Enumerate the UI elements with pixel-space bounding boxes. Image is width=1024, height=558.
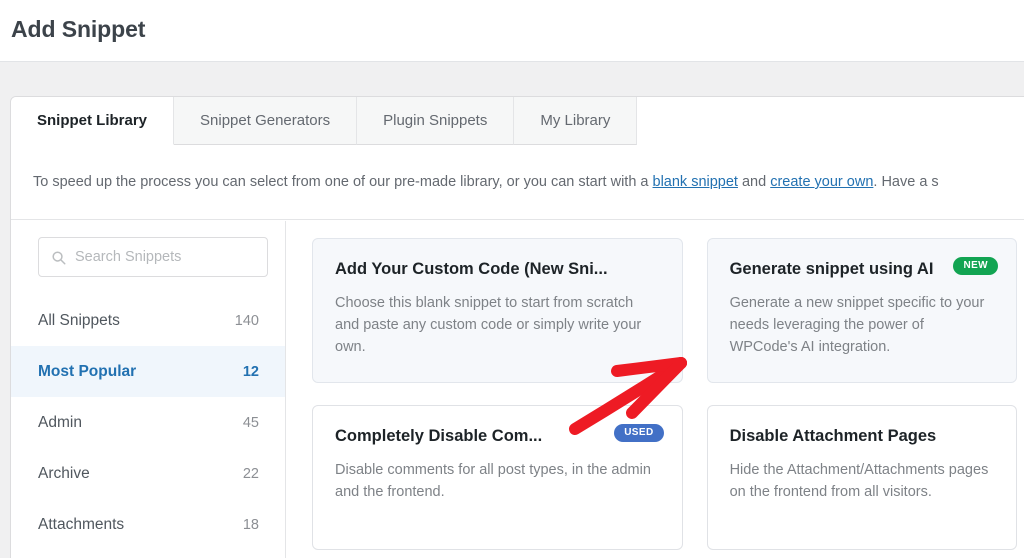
tab-snippet-library[interactable]: Snippet Library xyxy=(11,97,175,145)
sidebar-item-attachments[interactable]: Attachments 18 xyxy=(11,499,285,550)
tab-my-library[interactable]: My Library xyxy=(514,97,638,145)
sidebar: Search Snippets All Snippets 140 Most Po… xyxy=(11,221,286,558)
tab-label: My Library xyxy=(540,112,611,129)
snippet-card-disable-attachment-pages[interactable]: Disable Attachment Pages Hide the Attach… xyxy=(706,405,1017,550)
sidebar-item-most-popular[interactable]: Most Popular 12 xyxy=(11,346,285,397)
snippet-grid-area: Add Your Custom Code (New Sni... Choose … xyxy=(286,221,1024,558)
sidebar-item-label: Archive xyxy=(38,464,90,482)
intro-row: To speed up the process you can select f… xyxy=(11,145,1024,220)
snippet-card-description: Disable comments for all post types, in … xyxy=(335,461,651,500)
sidebar-item-label: Most Popular xyxy=(38,362,137,380)
sidebar-item-count: 18 xyxy=(242,516,259,533)
snippet-card-title: Completely Disable Com... xyxy=(335,427,543,445)
sidebar-item-admin[interactable]: Admin 45 xyxy=(11,397,285,448)
search-placeholder: Search Snippets xyxy=(75,249,182,265)
blank-snippet-link[interactable]: blank snippet xyxy=(653,174,738,190)
sidebar-item-all-snippets[interactable]: All Snippets 140 xyxy=(11,295,285,346)
search-snippets-wrapper: Search Snippets xyxy=(38,237,268,277)
tab-snippet-generators[interactable]: Snippet Generators xyxy=(174,97,358,145)
snippet-grid: Add Your Custom Code (New Sni... Choose … xyxy=(312,238,1017,550)
tab-label: Snippet Library xyxy=(37,112,148,129)
snippet-card-completely-disable-comments[interactable]: USED Completely Disable Com... Disable c… xyxy=(312,405,683,550)
tab-label: Plugin Snippets xyxy=(383,112,488,129)
library-body: Search Snippets All Snippets 140 Most Po… xyxy=(11,221,1024,558)
snippet-card-add-your-custom-code[interactable]: Add Your Custom Code (New Sni... Choose … xyxy=(312,238,683,383)
snippet-card-description: Hide the Attachment/Attachments pages on… xyxy=(729,461,989,500)
sidebar-item-label: Admin xyxy=(38,413,82,431)
page-header: Add Snippet xyxy=(0,0,1024,62)
sidebar-item-count: 12 xyxy=(242,363,259,380)
search-input[interactable]: Search Snippets xyxy=(38,237,268,277)
snippet-card-generate-snippet-using-ai[interactable]: NEW Generate snippet using AI Generate a… xyxy=(706,238,1017,383)
snippet-card-description: Generate a new snippet specific to your … xyxy=(729,294,985,355)
intro-text-part-2: and xyxy=(737,174,771,190)
status-badge-used: USED xyxy=(614,424,664,442)
sidebar-item-count: 140 xyxy=(234,312,259,329)
intro-text-part-3: . Have a s xyxy=(873,174,939,190)
snippet-library-panel: Snippet Library Snippet Generators Plugi… xyxy=(10,96,1024,558)
sidebar-item-count: 22 xyxy=(242,465,259,482)
intro-text-part-1: To speed up the process you can select f… xyxy=(33,174,653,190)
status-badge-new: NEW xyxy=(953,257,998,275)
tab-bar: Snippet Library Snippet Generators Plugi… xyxy=(11,97,638,145)
tab-label: Snippet Generators xyxy=(200,112,331,129)
snippet-card-title: Disable Attachment Pages xyxy=(729,427,937,445)
app-root: Add Snippet Snippet Library Snippet Gene… xyxy=(0,0,1024,558)
sidebar-item-label: All Snippets xyxy=(38,311,120,329)
snippet-card-title: Add Your Custom Code (New Sni... xyxy=(335,260,608,278)
tab-plugin-snippets[interactable]: Plugin Snippets xyxy=(357,97,515,145)
create-your-own-link[interactable]: create your own xyxy=(770,174,873,190)
page-title: Add Snippet xyxy=(11,16,146,42)
category-list: All Snippets 140 Most Popular 12 Admin 4… xyxy=(11,295,285,550)
snippet-card-description: Choose this blank snippet to start from … xyxy=(335,294,642,355)
sidebar-item-archive[interactable]: Archive 22 xyxy=(11,448,285,499)
search-icon xyxy=(52,250,66,264)
intro-text: To speed up the process you can select f… xyxy=(33,171,939,193)
sidebar-item-label: Attachments xyxy=(38,515,125,533)
sidebar-item-count: 45 xyxy=(242,414,259,431)
